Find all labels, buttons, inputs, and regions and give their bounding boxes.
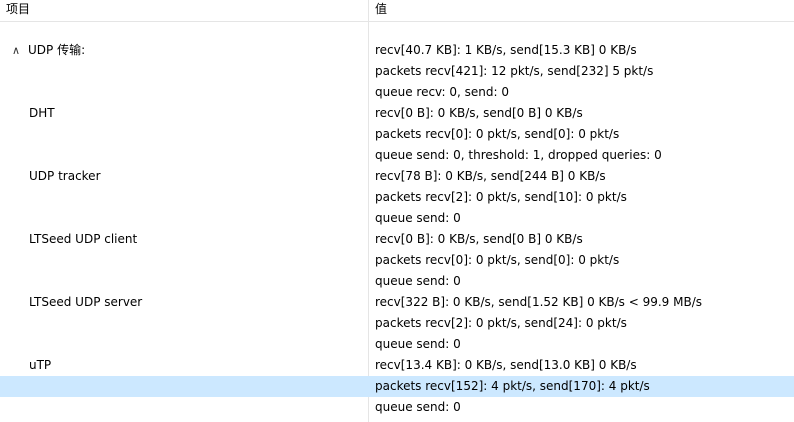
tree-node-name: uTP	[0, 355, 368, 376]
tree-node-value: queue send: 0	[375, 211, 461, 225]
tree-node-value: recv[0 B]: 0 KB/s, send[0 B] 0 KB/s	[375, 106, 583, 120]
tree-node-value: queue send: 0	[375, 274, 461, 288]
column-header-name[interactable]: 项目	[0, 0, 368, 21]
tree-node-value: recv[78 B]: 0 KB/s, send[244 B] 0 KB/s	[375, 169, 606, 183]
tree-node-name: LTSeed UDP client	[0, 229, 368, 250]
udp-stats-tree: 项目 值 ∧ UDP 传输: recv[40.7 KB]: 1 KB/s, se…	[0, 0, 794, 422]
tree-rows: ∧ UDP 传输: recv[40.7 KB]: 1 KB/s, send[15…	[0, 40, 794, 418]
tree-node-value: recv[13.4 KB]: 0 KB/s, send[13.0 KB] 0 K…	[375, 358, 637, 372]
tree-node-value: packets recv[0]: 0 pkt/s, send[0]: 0 pkt…	[375, 127, 620, 141]
tree-node-name: ∧ UDP 传输:	[0, 40, 368, 61]
tree-row[interactable]: queue send: 0, threshold: 1, dropped que…	[0, 145, 794, 166]
tree-node-value: packets recv[152]: 4 pkt/s, send[170]: 4…	[375, 379, 650, 393]
tree-row[interactable]: queue send: 0	[0, 208, 794, 229]
tree-node-label: UDP 传输:	[28, 43, 86, 57]
column-header-value[interactable]: 值	[369, 0, 794, 21]
tree-node-value: packets recv[2]: 0 pkt/s, send[10]: 0 pk…	[375, 190, 627, 204]
tree-node-name: DHT	[0, 103, 368, 124]
tree-row[interactable]: packets recv[0]: 0 pkt/s, send[0]: 0 pkt…	[0, 124, 794, 145]
tree-node-label: LTSeed UDP server	[29, 295, 143, 309]
tree-node-value: packets recv[421]: 12 pkt/s, send[232] 5…	[375, 64, 654, 78]
tree-row-dht[interactable]: DHT recv[0 B]: 0 KB/s, send[0 B] 0 KB/s	[0, 103, 794, 124]
tree-row[interactable]: packets recv[0]: 0 pkt/s, send[0]: 0 pkt…	[0, 250, 794, 271]
tree-node-label: DHT	[29, 106, 55, 120]
tree-node-label: LTSeed UDP client	[29, 232, 138, 246]
tree-row[interactable]: queue send: 0	[0, 397, 794, 418]
tree-row-root[interactable]: ∧ UDP 传输: recv[40.7 KB]: 1 KB/s, send[15…	[0, 40, 794, 61]
tree-node-value: queue send: 0, threshold: 1, dropped que…	[375, 148, 662, 162]
tree-row-ltseed-udp-server[interactable]: LTSeed UDP server recv[322 B]: 0 KB/s, s…	[0, 292, 794, 313]
tree-row-udp-tracker[interactable]: UDP tracker recv[78 B]: 0 KB/s, send[244…	[0, 166, 794, 187]
tree-row-utp[interactable]: uTP recv[13.4 KB]: 0 KB/s, send[13.0 KB]…	[0, 355, 794, 376]
tree-node-label: UDP tracker	[29, 169, 101, 183]
tree-node-value: recv[40.7 KB]: 1 KB/s, send[15.3 KB] 0 K…	[375, 43, 637, 57]
tree-row[interactable]: packets recv[2]: 0 pkt/s, send[24]: 0 pk…	[0, 313, 794, 334]
chevron-up-icon[interactable]: ∧	[12, 40, 24, 61]
tree-node-label: uTP	[29, 358, 52, 372]
tree-row-ltseed-udp-client[interactable]: LTSeed UDP client recv[0 B]: 0 KB/s, sen…	[0, 229, 794, 250]
tree-node-value: queue send: 0	[375, 400, 461, 414]
tree-node-value: queue recv: 0, send: 0	[375, 85, 509, 99]
tree-row[interactable]: packets recv[2]: 0 pkt/s, send[10]: 0 pk…	[0, 187, 794, 208]
tree-row[interactable]: queue send: 0	[0, 334, 794, 355]
tree-row[interactable]: packets recv[421]: 12 pkt/s, send[232] 5…	[0, 61, 794, 82]
tree-node-value: packets recv[0]: 0 pkt/s, send[0]: 0 pkt…	[375, 253, 620, 267]
tree-node-name: LTSeed UDP server	[0, 292, 368, 313]
tree-row-selected[interactable]: packets recv[152]: 4 pkt/s, send[170]: 4…	[0, 376, 794, 397]
column-header: 项目 值	[0, 0, 794, 22]
tree-row[interactable]: queue recv: 0, send: 0	[0, 82, 794, 103]
tree-node-value: queue send: 0	[375, 337, 461, 351]
tree-node-name: UDP tracker	[0, 166, 368, 187]
tree-row[interactable]: queue send: 0	[0, 271, 794, 292]
tree-node-value: packets recv[2]: 0 pkt/s, send[24]: 0 pk…	[375, 316, 627, 330]
tree-node-value: recv[0 B]: 0 KB/s, send[0 B] 0 KB/s	[375, 232, 583, 246]
tree-node-value: recv[322 B]: 0 KB/s, send[1.52 KB] 0 KB/…	[375, 295, 703, 309]
